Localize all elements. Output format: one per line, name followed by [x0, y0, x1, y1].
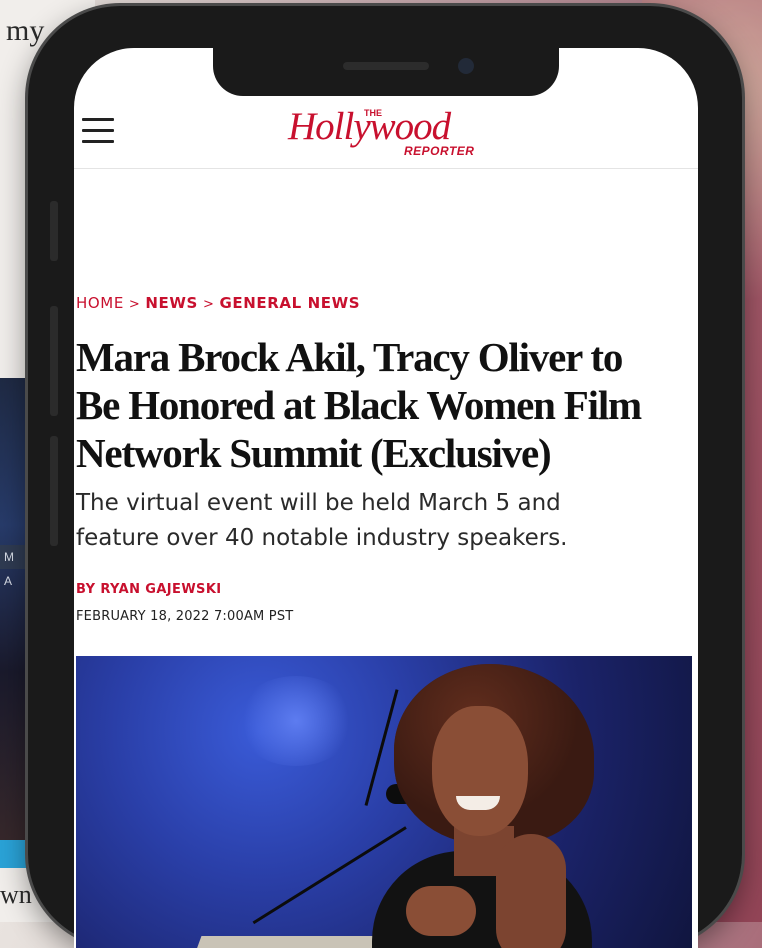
article-headline: Mara Brock Akil, Tracy Oliver to Be Hono…: [76, 333, 696, 477]
breadcrumb-news-link[interactable]: NEWS: [145, 294, 198, 312]
mute-switch: [50, 201, 58, 261]
podium: [190, 936, 392, 948]
background-text-bottom: wn: [0, 880, 32, 909]
speaker-arm: [496, 834, 566, 948]
dek-line: The virtual event will be held March 5 a…: [76, 490, 561, 516]
phone-frame: Hollywood THE REPORTER HOME > NEWS > GENERAL…: [28, 6, 742, 948]
speaker-hand: [406, 886, 476, 936]
site-logo[interactable]: Hollywood THE REPORTER: [288, 104, 488, 160]
headline-line: Network Summit (Exclusive): [76, 430, 552, 476]
speaker-grille: [343, 62, 429, 70]
front-camera: [458, 58, 474, 74]
phone-notch: [213, 48, 559, 96]
publish-date: FEBRUARY 18, 2022 7:00AM PST: [76, 609, 294, 624]
breadcrumb-general-news-link[interactable]: GENERAL NEWS: [219, 294, 360, 312]
logo-the: THE: [364, 108, 382, 118]
phone-screen: Hollywood THE REPORTER HOME > NEWS > GENERAL…: [74, 48, 698, 948]
volume-down-button: [50, 436, 58, 546]
author-byline-link[interactable]: BY RYAN GAJEWSKI: [76, 582, 222, 597]
article-dek: The virtual event will be held March 5 a…: [76, 486, 676, 556]
stage-light: [236, 676, 356, 766]
speaker-face: [432, 706, 528, 836]
headline-line: Be Honored at Black Women Film: [76, 382, 642, 428]
headline-line: Mara Brock Akil, Tracy Oliver to: [76, 334, 623, 380]
logo-reporter: REPORTER: [404, 144, 475, 158]
breadcrumb: HOME > NEWS > GENERAL NEWS: [76, 294, 360, 312]
volume-up-button: [50, 306, 58, 416]
background-text-top: my: [6, 14, 45, 47]
hamburger-menu-icon[interactable]: [82, 118, 114, 144]
dek-line: feature over 40 notable industry speaker…: [76, 525, 568, 551]
breadcrumb-separator: >: [128, 297, 141, 312]
breadcrumb-separator: >: [202, 297, 215, 312]
breadcrumb-home-link[interactable]: HOME: [76, 294, 124, 312]
article-hero-image[interactable]: [76, 656, 692, 948]
